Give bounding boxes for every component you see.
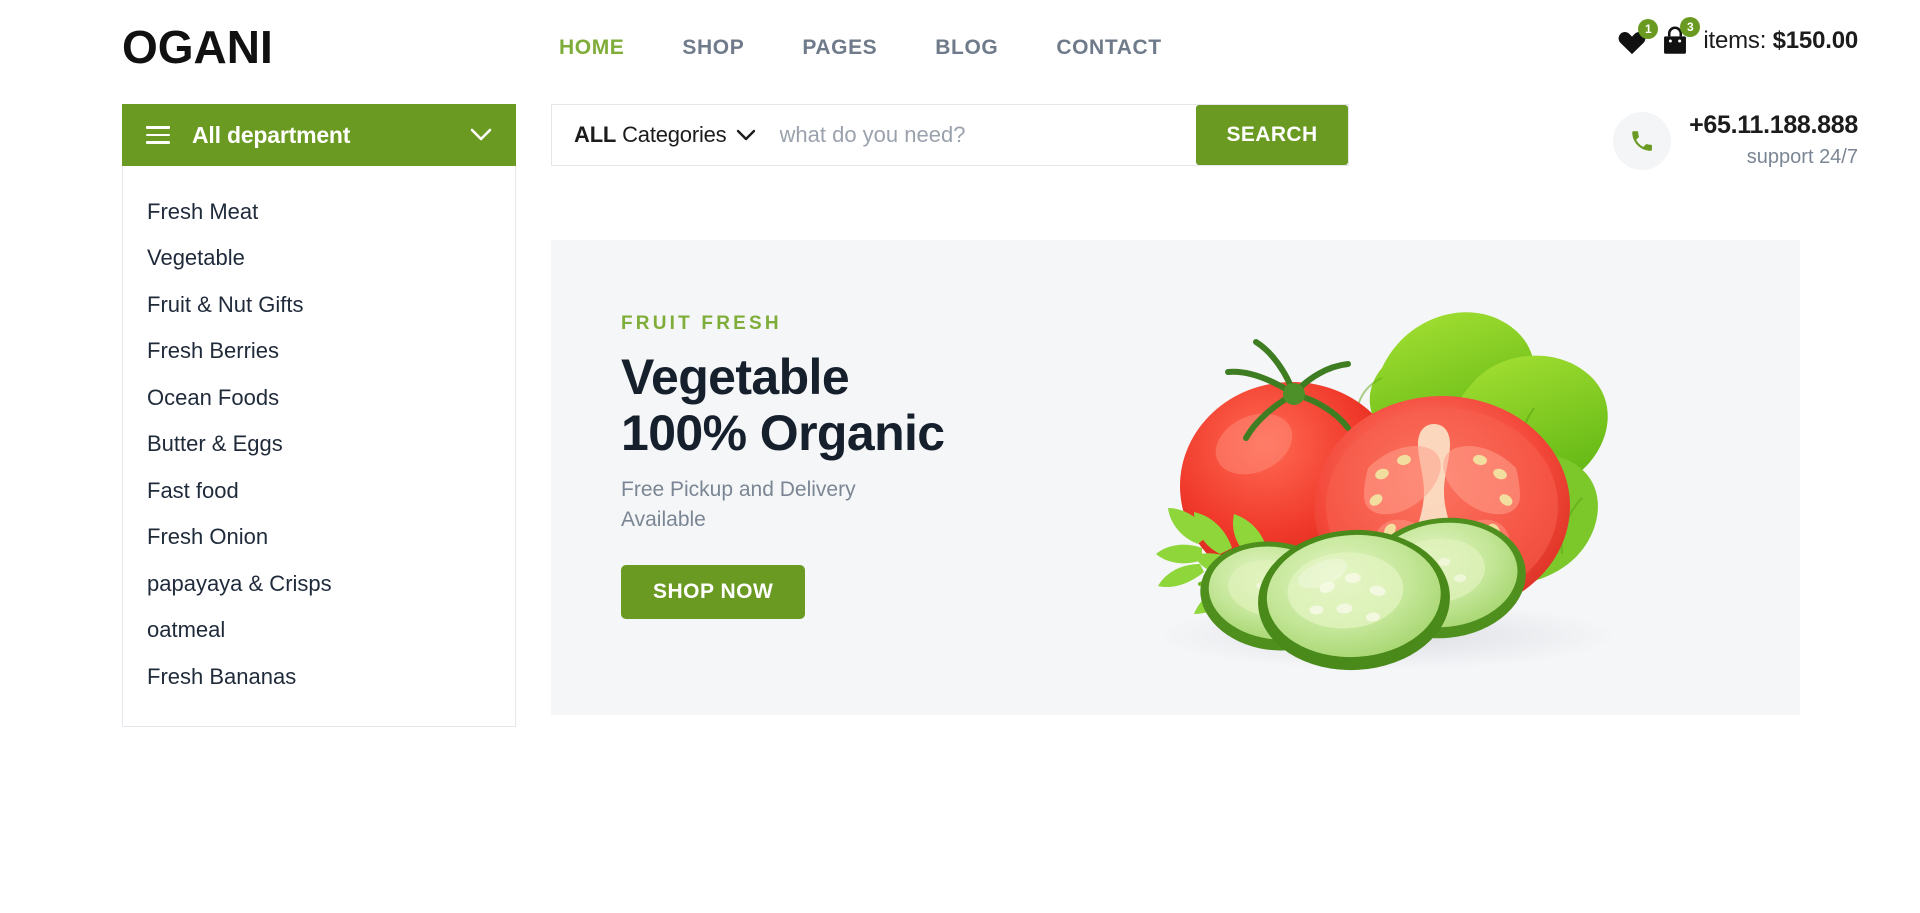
dept-item-fresh-berries[interactable]: Fresh Berries [123,328,515,375]
dept-item-fresh-bananas[interactable]: Fresh Bananas [123,653,515,700]
cart-total: items: $150.00 [1703,27,1858,55]
wishlist-button[interactable]: 1 [1617,18,1659,55]
wishlist-badge: 1 [1638,18,1659,39]
cart-total-amount: $150.00 [1772,27,1859,54]
search-button[interactable]: SEARCH [1196,105,1348,165]
dept-item-fresh-onion[interactable]: Fresh Onion [123,514,515,561]
hero-title-line2: 100% Organic [621,405,945,461]
hero-eyebrow: FRUIT FRESH [621,313,782,334]
nav-item-home[interactable]: HOME [530,36,653,60]
hero-text-block: FRUIT FRESH Vegetable 100% Organic Free … [621,313,1051,619]
support-note: support 24/7 [1746,146,1858,169]
phone-icon-circle [1613,111,1672,170]
dept-item-papayaya-crisps[interactable]: papayaya & Crisps [123,560,515,607]
support-phone-number: +65.11.188.888 [1689,111,1858,139]
support-text: +65.11.188.888 support 24/7 [1689,110,1858,171]
nav-item-pages[interactable]: PAGES [773,36,906,60]
dept-item-fruit-nut-gifts[interactable]: Fruit & Nut Gifts [123,281,515,328]
hamburger-icon [146,126,170,144]
dept-item-ocean-foods[interactable]: Ocean Foods [123,374,515,421]
vegetables-illustration [1156,312,1617,671]
dept-item-butter-eggs[interactable]: Butter & Eggs [123,421,515,468]
site-logo[interactable]: OGANI [122,24,273,70]
dept-item-fast-food[interactable]: Fast food [123,467,515,514]
search-category-word: Categories [622,122,727,147]
nav-item-contact[interactable]: CONTACT [1027,36,1190,60]
site-header: OGANI HOME SHOP PAGES BLOG CONTACT 1 3 i… [0,0,1920,100]
hero-title-line1: Vegetable [621,349,850,405]
department-toggle[interactable]: All department [122,104,516,166]
nav-item-blog[interactable]: BLOG [906,36,1027,60]
search-category-all: ALL [574,122,617,147]
cart-badge: 3 [1680,17,1701,37]
chevron-down-icon [470,128,492,142]
phone-icon [1632,130,1653,151]
cart-button[interactable]: 3 [1661,17,1701,56]
department-list: Fresh Meat Vegetable Fruit & Nut Gifts F… [122,166,516,727]
dept-item-vegetable[interactable]: Vegetable [123,235,515,282]
department-title: All department [192,121,351,148]
search-bar: ALL Categories SEARCH [551,104,1349,166]
hero-title: Vegetable 100% Organic [621,349,1051,461]
dept-item-fresh-meat[interactable]: Fresh Meat [123,188,515,235]
search-category-select[interactable]: ALL Categories [552,105,774,165]
dept-item-oatmeal[interactable]: oatmeal [123,607,515,654]
support-block: +65.11.188.888 support 24/7 [1613,110,1858,171]
nav-item-shop[interactable]: SHOP [653,36,773,60]
cart-items-label: items: [1703,27,1767,54]
chevron-down-icon [736,129,756,142]
department-sidebar: All department Fresh Meat Vegetable Frui… [122,104,516,727]
hero-banner[interactable]: FRUIT FRESH Vegetable 100% Organic Free … [551,240,1800,715]
search-category-value: ALL Categories [574,122,727,148]
shop-now-button[interactable]: SHOP NOW [621,564,806,619]
main-navigation: HOME SHOP PAGES BLOG CONTACT [530,36,1191,60]
hero-vegetables-image [1082,248,1682,698]
search-input[interactable] [773,105,1196,165]
page-root: OGANI HOME SHOP PAGES BLOG CONTACT 1 3 i… [0,0,1920,913]
hero-subtitle: Free Pickup and Delivery Available [621,478,856,531]
header-cart-area: 1 3 items: $150.00 [1617,17,1858,56]
